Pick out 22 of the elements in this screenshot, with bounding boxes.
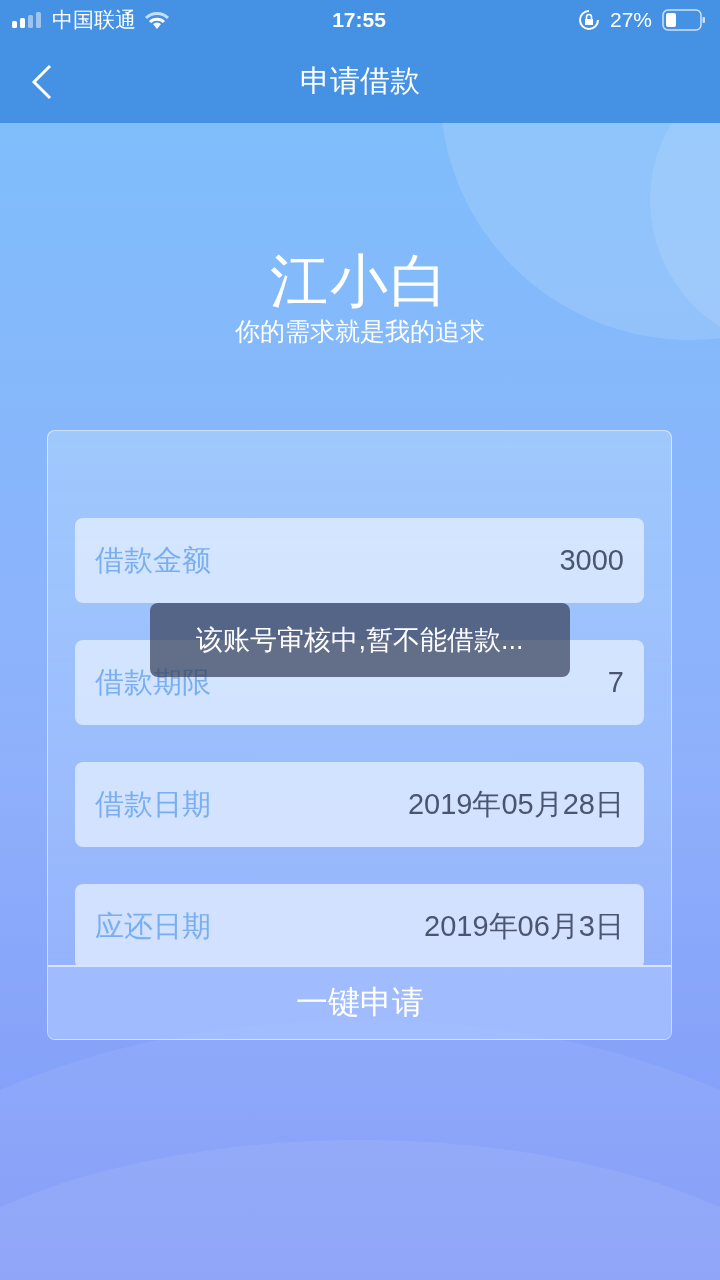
field-value: 7 — [607, 666, 624, 699]
field-label: 借款日期 — [95, 786, 211, 822]
brand-slogan: 你的需求就是我的追求 — [235, 316, 485, 346]
field-label: 应还日期 — [95, 908, 211, 944]
field-label: 借款金额 — [95, 542, 211, 578]
signal-icon — [12, 12, 44, 28]
field-value: 2019年06月3日 — [424, 908, 624, 944]
battery-percent: 27% — [609, 8, 652, 32]
toast-message: 该账号审核中,暂不能借款... — [150, 603, 570, 677]
back-icon[interactable] — [30, 64, 54, 100]
page-title: 申请借款 — [300, 63, 420, 99]
form-field[interactable]: 应还日期 2019年06月3日 — [75, 884, 644, 965]
carrier-name: 中国联通 — [52, 7, 136, 33]
brand-name: 江小白 — [270, 248, 450, 314]
form-field[interactable]: 借款金额 3000 — [75, 518, 644, 603]
clock-time: 17:55 — [332, 8, 386, 32]
battery-icon — [662, 9, 706, 31]
field-value: 3000 — [559, 544, 624, 577]
field-value: 2019年05月28日 — [407, 786, 624, 822]
wifi-icon — [144, 11, 170, 29]
form-field[interactable]: 借款日期 2019年05月28日 — [75, 762, 644, 847]
rotation-lock-icon — [577, 9, 600, 31]
